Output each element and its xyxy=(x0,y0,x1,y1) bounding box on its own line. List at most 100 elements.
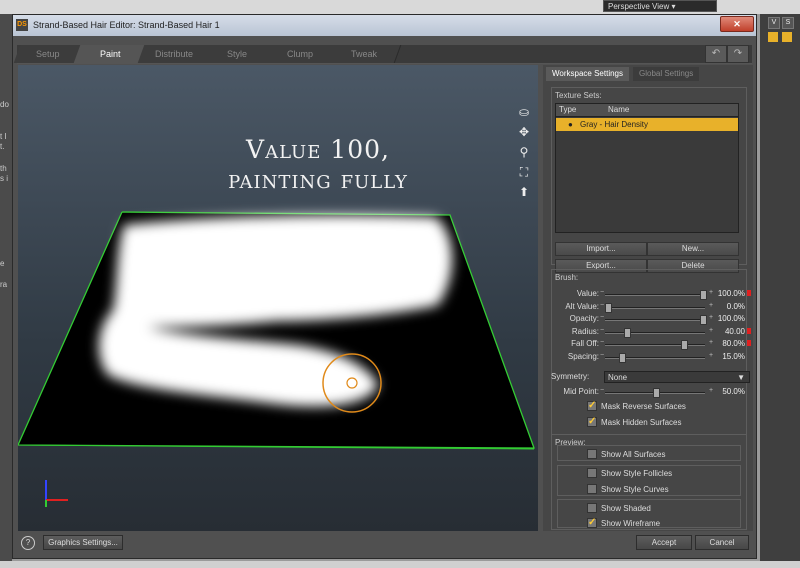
plus-icon[interactable]: + xyxy=(709,339,713,346)
keyed-marker-icon xyxy=(747,290,751,296)
background-text-fragment: e xyxy=(0,259,5,268)
show-all-surfaces-checkbox[interactable] xyxy=(587,449,597,459)
background-text-fragment: t. xyxy=(0,142,5,151)
show-wireframe-checkbox[interactable]: ✓ xyxy=(587,518,597,528)
zoom-icon[interactable]: ⚲ xyxy=(517,145,531,159)
background-left-pane: do t I t. th s i e ra xyxy=(0,14,12,568)
slider-handle[interactable] xyxy=(700,290,707,300)
tab-distribute[interactable]: Distribute xyxy=(137,45,212,63)
slider-label: Fall Off: xyxy=(571,339,599,348)
close-button[interactable]: ✕ xyxy=(720,16,754,32)
keyed-marker-icon xyxy=(747,328,751,334)
slider-label: Opacity: xyxy=(569,314,599,323)
show-style-follicles-checkbox[interactable] xyxy=(587,468,597,478)
column-type: Type xyxy=(559,105,577,114)
minus-icon[interactable]: − xyxy=(600,289,604,296)
caption-line-1: Value 100, xyxy=(246,135,390,164)
slider-label: Spacing: xyxy=(567,352,599,361)
slider-label: Alt Value: xyxy=(565,302,599,311)
mask-reverse-label: Mask Reverse Surfaces xyxy=(601,402,686,411)
plus-icon[interactable]: + xyxy=(709,289,713,296)
tab-workspace-settings[interactable]: Workspace Settings xyxy=(546,67,629,81)
slider-value: 80.0% xyxy=(722,339,745,348)
slider-handle[interactable] xyxy=(700,315,707,325)
keyed-marker-icon xyxy=(747,340,751,346)
orbit-icon[interactable]: ⛀ xyxy=(517,105,531,119)
accept-button[interactable]: Accept xyxy=(636,535,692,550)
slider-value: 100.0% xyxy=(717,289,745,298)
tab-clump[interactable]: Clump xyxy=(263,45,338,63)
show-style-curves-label: Show Style Curves xyxy=(601,485,669,494)
caption-text: Value 100, painting fully xyxy=(168,135,468,195)
show-all-surfaces-label: Show All Surfaces xyxy=(601,450,666,459)
tab-global-settings[interactable]: Global Settings xyxy=(633,67,700,81)
minus-icon[interactable]: − xyxy=(600,327,604,334)
plus-icon[interactable]: + xyxy=(709,352,713,359)
minus-icon[interactable]: − xyxy=(600,302,604,309)
symmetry-label: Symmetry: xyxy=(551,372,590,381)
settings-panel: Workspace Settings Global Settings Textu… xyxy=(543,65,753,531)
slider-handle[interactable] xyxy=(681,340,688,350)
3d-viewport[interactable]: Value 100, painting fully ⛀ ✥ ⚲ ⛶ ⬆ xyxy=(18,65,538,531)
show-shaded-checkbox[interactable] xyxy=(587,503,597,513)
slider-handle[interactable] xyxy=(619,353,627,363)
minus-icon[interactable]: − xyxy=(600,387,604,394)
slider-track[interactable] xyxy=(605,344,705,346)
show-style-curves-checkbox[interactable] xyxy=(587,484,597,494)
visibility-toggle-s[interactable]: S xyxy=(782,17,794,29)
row-name: Gray - Hair Density xyxy=(580,120,649,129)
slider-track[interactable] xyxy=(605,332,705,334)
eye-icon[interactable] xyxy=(768,32,778,42)
home-view-icon[interactable]: ⬆ xyxy=(517,185,531,199)
tab-setup[interactable]: Setup xyxy=(13,45,84,63)
mask-reverse-checkbox[interactable]: ✓ xyxy=(587,401,597,411)
slider-track[interactable] xyxy=(605,319,705,321)
slider-value: 0.0% xyxy=(726,302,745,311)
tab-style[interactable]: Style xyxy=(201,45,274,63)
mask-hidden-checkbox[interactable]: ✓ xyxy=(587,417,597,427)
select-cursor-icon[interactable] xyxy=(782,32,792,42)
minus-icon[interactable]: − xyxy=(600,352,604,359)
plus-icon[interactable]: + xyxy=(709,327,713,334)
texture-sets-label: Texture Sets: xyxy=(555,91,602,100)
window-title: Strand-Based Hair Editor: Strand-Based H… xyxy=(33,20,220,30)
slider-track[interactable] xyxy=(605,294,705,296)
row-type-dot: ● xyxy=(568,120,573,129)
new-button[interactable]: New... xyxy=(647,242,739,256)
plus-icon[interactable]: + xyxy=(709,314,713,321)
slider-track[interactable] xyxy=(605,307,705,309)
slider-handle[interactable] xyxy=(605,303,612,313)
slider-handle[interactable] xyxy=(652,388,660,398)
tab-paint[interactable]: Paint xyxy=(73,45,148,63)
brush-label: Brush: xyxy=(555,273,579,282)
table-header: Type Name xyxy=(556,104,738,117)
tab-tweak[interactable]: Tweak xyxy=(327,45,402,63)
frame-icon[interactable]: ⛶ xyxy=(517,165,531,179)
plus-icon[interactable]: + xyxy=(709,387,713,394)
slider-value: 15.0% xyxy=(722,352,745,361)
pan-icon[interactable]: ✥ xyxy=(517,125,531,139)
title-bar: DS Strand-Based Hair Editor: Strand-Base… xyxy=(13,15,756,36)
brush-sliders: Value: − +100.0% Alt Value: − +0.0% Opacity: − +… xyxy=(543,289,753,365)
perspective-view-dropdown[interactable]: Perspective View ▾ xyxy=(603,0,717,12)
undo-button[interactable]: ↶ xyxy=(705,45,727,63)
background-text-fragment: do xyxy=(0,100,9,109)
help-button[interactable]: ? xyxy=(21,536,35,550)
plus-icon[interactable]: + xyxy=(709,302,713,309)
cancel-button[interactable]: Cancel xyxy=(695,535,749,550)
redo-button[interactable]: ↷ xyxy=(727,45,749,63)
visibility-toggle-v[interactable]: V xyxy=(768,17,780,29)
minus-icon[interactable]: − xyxy=(600,339,604,346)
show-shaded-label: Show Shaded xyxy=(601,504,651,513)
slider-handle[interactable] xyxy=(624,328,631,338)
import-button[interactable]: Import... xyxy=(555,242,647,256)
table-row[interactable]: ● Gray - Hair Density xyxy=(556,118,738,131)
symmetry-dropdown[interactable]: None ▼ xyxy=(604,371,750,383)
graphics-settings-button[interactable]: Graphics Settings... xyxy=(43,535,123,550)
perspective-view-label: Perspective View xyxy=(608,2,670,11)
chevron-down-icon: ▼ xyxy=(737,373,745,382)
checkmark-icon: ✓ xyxy=(588,400,597,411)
midpoint-slider: Mid Point: − +50.0% xyxy=(543,387,753,399)
slider-value: 50.0% xyxy=(722,387,745,396)
minus-icon[interactable]: − xyxy=(600,314,604,321)
